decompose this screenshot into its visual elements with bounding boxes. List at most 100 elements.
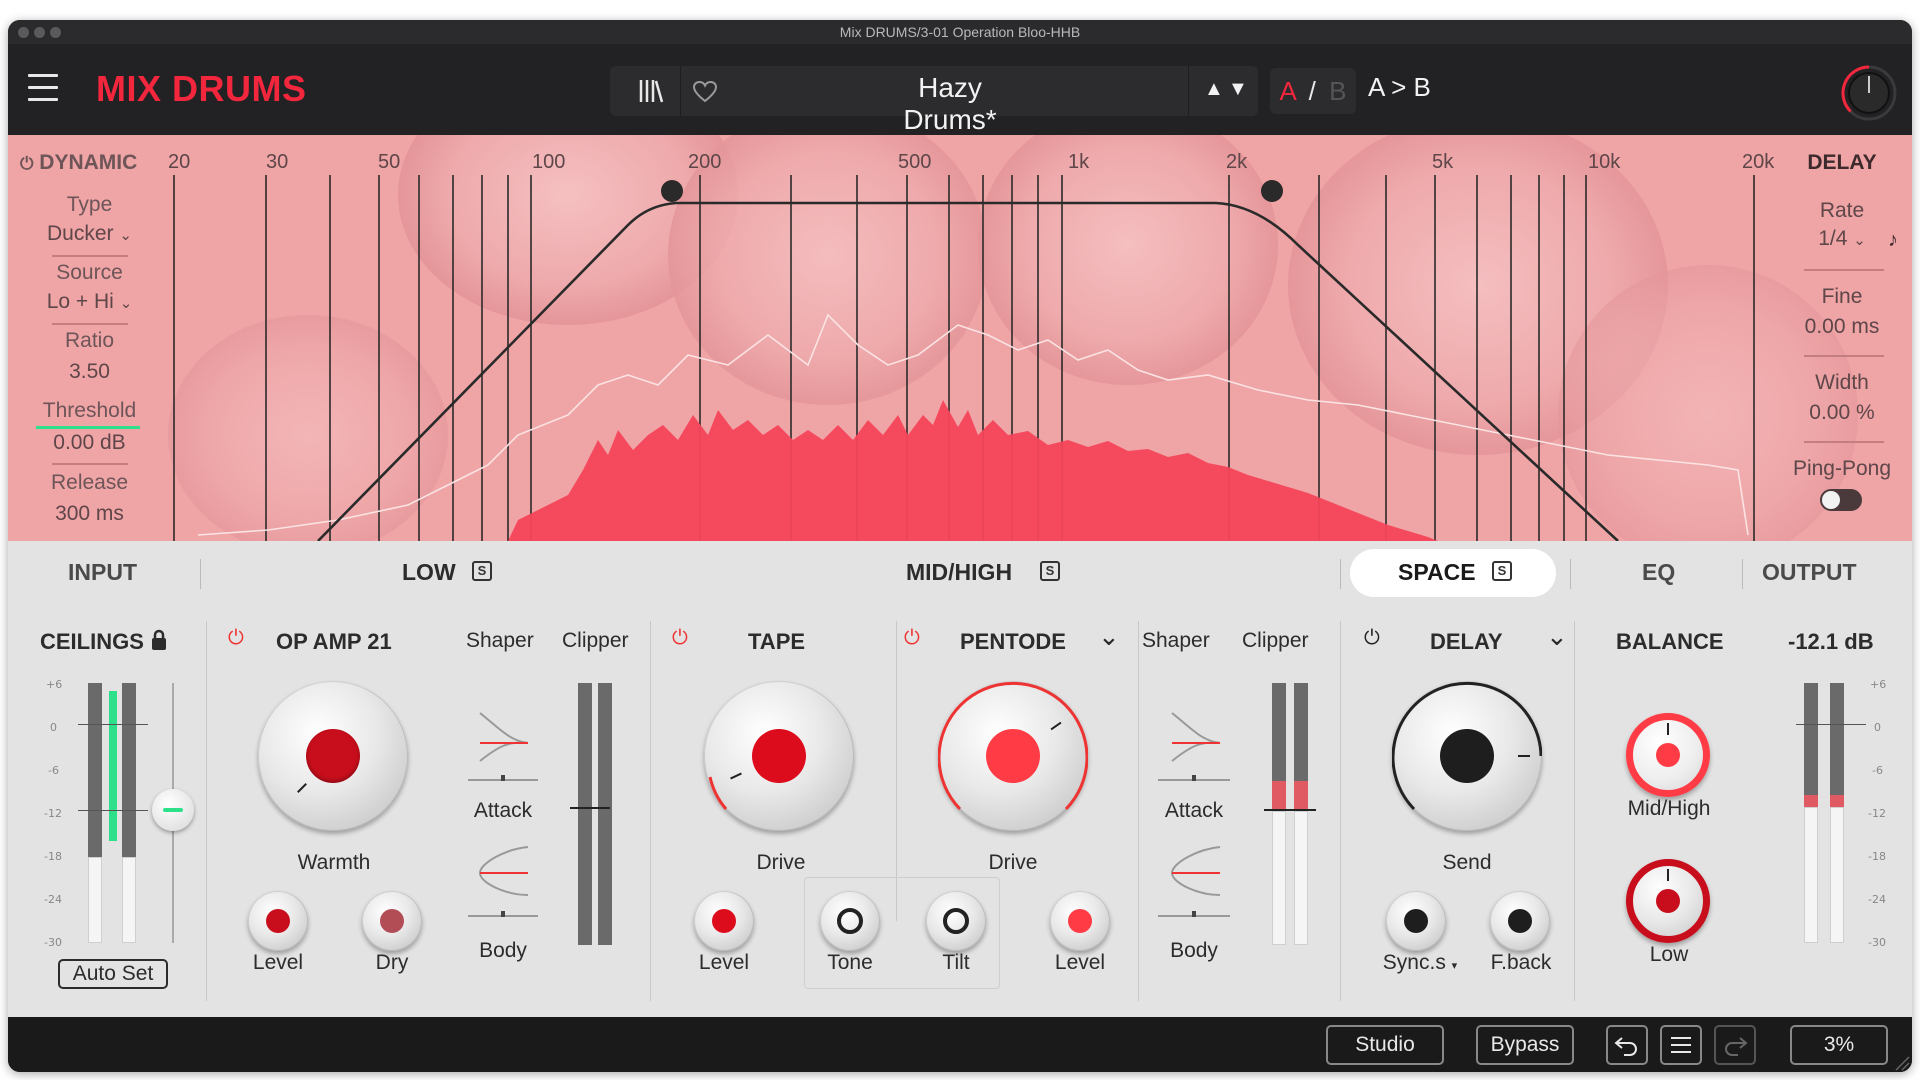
tab-midhigh[interactable]: MID/HIGH — [906, 559, 1012, 586]
low-balance-knob[interactable] — [1626, 859, 1710, 943]
pentode-level-knob[interactable] — [1050, 891, 1110, 951]
delay-title: DELAY — [1807, 151, 1877, 174]
cpu-zoom-display[interactable]: 3% — [1790, 1025, 1888, 1065]
input-meter-right-lower — [122, 857, 136, 943]
body-shape-icon[interactable] — [476, 843, 532, 899]
fine-label: Fine — [1821, 285, 1863, 308]
warmth-knob[interactable] — [258, 681, 408, 831]
rate-value: 1/4 — [1818, 227, 1848, 250]
previous-preset-button[interactable]: ▲ — [1204, 78, 1224, 101]
zoom-window-button[interactable] — [50, 27, 61, 38]
sync-knob[interactable] — [1386, 891, 1446, 951]
mh-shaper-label: Shaper — [1142, 629, 1210, 652]
low-module-name[interactable]: OP AMP 21 — [276, 629, 392, 655]
output-gain-value[interactable]: -12.1 dB — [1788, 629, 1874, 655]
sync-dropdown[interactable]: Sync.s ▾ — [1370, 951, 1470, 975]
bypass-button[interactable]: Bypass — [1476, 1025, 1574, 1065]
tone-knob[interactable] — [820, 891, 880, 951]
tab-output[interactable]: OUTPUT — [1762, 559, 1857, 586]
mh-attack-shape-icon[interactable] — [1168, 709, 1224, 765]
output-gain-knob[interactable] — [1840, 64, 1898, 122]
lock-icon[interactable] — [150, 629, 168, 651]
power-icon[interactable]: ⏻ — [20, 154, 33, 173]
resize-grip-icon[interactable] — [1892, 1053, 1910, 1071]
low-power-icon[interactable]: ⏻ — [228, 627, 244, 650]
fine-value[interactable]: 0.00 ms — [1772, 315, 1912, 339]
mh-attack-label: Attack — [1164, 799, 1224, 822]
low-body-label: Body — [479, 939, 527, 962]
low-level-knob[interactable] — [248, 891, 308, 951]
freq-label: 200 — [688, 151, 722, 173]
minimize-window-button[interactable] — [34, 27, 45, 38]
spectrum-display[interactable]: 20 30 50 100 200 500 1k 2k 5k 10k 20k ⏻ … — [8, 135, 1912, 541]
title-bar: Mix DRUMS/3-01 Operation Bloo-HHB — [8, 20, 1912, 44]
ratio-value[interactable]: 3.50 — [8, 360, 171, 384]
chevron-down-icon[interactable]: ⌄ — [1098, 621, 1120, 652]
tab-space-active[interactable]: SPACE S — [1350, 549, 1556, 597]
dry-label: Dry — [375, 951, 409, 974]
warmth-label: Warmth — [297, 851, 371, 874]
freq-label: 1k — [1068, 151, 1090, 173]
tilt-knob[interactable] — [926, 891, 986, 951]
low-attack-label: Attack — [473, 799, 533, 822]
tab-low[interactable]: LOW — [402, 559, 456, 586]
history-list-button[interactable] — [1660, 1025, 1702, 1065]
ab-separator: / — [1308, 76, 1316, 106]
threshold-value[interactable]: 0.00 dB — [8, 431, 171, 455]
preset-b-button[interactable]: B — [1329, 76, 1346, 106]
tape-power-icon[interactable]: ⏻ — [672, 627, 688, 650]
library-icon[interactable] — [638, 78, 664, 104]
attack-shape-icon[interactable] — [476, 709, 532, 765]
preset-name[interactable]: Hazy Drums* — [870, 72, 1030, 136]
pentode-title[interactable]: PENTODE — [960, 629, 1066, 655]
pentode-power-icon[interactable]: ⏻ — [904, 627, 920, 650]
scale-label: -24 — [44, 893, 62, 906]
studio-button[interactable]: Studio — [1326, 1025, 1444, 1065]
space-module-name[interactable]: DELAY — [1430, 629, 1503, 655]
space-power-icon[interactable]: ⏻ — [1364, 627, 1380, 650]
note-sync-icon[interactable]: ♪ — [1888, 229, 1898, 252]
midhigh-balance-knob[interactable] — [1626, 713, 1710, 797]
chevron-down-icon[interactable]: ⌄ — [1546, 621, 1568, 652]
space-solo-button[interactable]: S — [1492, 561, 1512, 581]
dry-knob[interactable] — [362, 891, 422, 951]
next-preset-button[interactable]: ▼ — [1228, 78, 1248, 101]
chevron-down-icon: ⌄ — [1853, 232, 1866, 249]
ceiling-slider-handle[interactable] — [152, 789, 194, 831]
feedback-knob[interactable] — [1490, 891, 1550, 951]
ceilings-title: CEILINGS — [40, 629, 144, 654]
midhigh-balance-label: Mid/High — [1627, 797, 1711, 820]
undo-icon — [1614, 1037, 1637, 1056]
tab-input[interactable]: INPUT — [68, 559, 137, 586]
copy-a-to-b-button[interactable]: A > B — [1368, 72, 1431, 103]
width-value[interactable]: 0.00 % — [1772, 401, 1912, 425]
tape-level-knob[interactable] — [694, 891, 754, 951]
mh-body-shape-icon[interactable] — [1168, 843, 1224, 899]
low-solo-button[interactable]: S — [472, 561, 492, 581]
pingpong-toggle[interactable] — [1820, 489, 1862, 511]
preset-a-button[interactable]: A — [1280, 76, 1296, 106]
list-icon — [1671, 1037, 1691, 1053]
close-window-button[interactable] — [18, 27, 29, 38]
type-dropdown[interactable]: Ducker ⌄ — [8, 222, 171, 246]
source-dropdown[interactable]: Lo + Hi ⌄ — [8, 290, 171, 314]
menu-icon[interactable] — [28, 74, 60, 104]
redo-button[interactable] — [1714, 1025, 1756, 1065]
output-meter-left — [1804, 683, 1818, 807]
input-meter-right — [122, 683, 136, 857]
tape-drive-label: Drive — [756, 851, 806, 874]
scale-label: -24 — [1868, 893, 1886, 906]
auto-set-button[interactable]: Auto Set — [58, 959, 168, 989]
tape-drive-arc — [708, 776, 728, 810]
scale-label: -6 — [48, 764, 59, 777]
release-value[interactable]: 300 ms — [8, 502, 171, 526]
undo-button[interactable] — [1606, 1025, 1648, 1065]
chevron-down-icon: ⌄ — [119, 295, 133, 312]
source-value: Lo + Hi — [46, 290, 114, 313]
tab-eq[interactable]: EQ — [1642, 559, 1675, 586]
scale-label: 0 — [50, 721, 57, 734]
tape-title[interactable]: TAPE — [748, 629, 805, 655]
output-meter-right-lower — [1830, 807, 1844, 943]
favorite-heart-icon[interactable] — [692, 80, 718, 104]
midhigh-solo-button[interactable]: S — [1040, 561, 1060, 581]
